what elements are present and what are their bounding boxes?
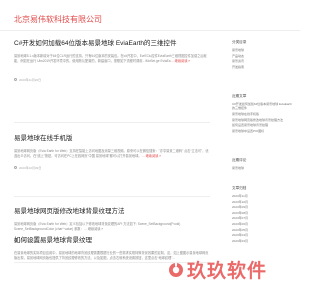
post-meta: 2023年11月20日	[14, 78, 210, 82]
recent-post-link[interactable]: C#开发如何加载64位版本易景地球 EviaEarth的三维控件	[232, 102, 294, 111]
site-title[interactable]: 北京易伟软科技有限公司	[14, 14, 102, 25]
recent-comments-widget: 近期评论 易景地球	[232, 158, 294, 172]
post-title[interactable]: 易景地球在线手机版	[14, 135, 210, 143]
recent-post-link[interactable]: 如何设置易景地球背景纹理	[232, 123, 294, 127]
post-item: C#开发如何加载64位版本易景地球 EviaEarth的三维控件 易景地球5.1…	[14, 40, 210, 82]
header-divider	[0, 30, 300, 31]
post-meta: 2023年10月09日	[14, 166, 210, 170]
recent-post-link[interactable]: 易景地球在线手机版	[232, 112, 294, 116]
categories-widget: 分类目录 易景地球 产品动态 易景资讯 开发指南	[232, 40, 294, 70]
post-item: 易景地球在线手机版 易景地球网页版（Evia Earth for Web）支持在…	[14, 135, 210, 170]
site-header: 北京易伟软科技有限公司	[14, 14, 102, 25]
widget-title: 分类目录	[232, 40, 247, 44]
post-excerpt: 易景地球网页版（Evia Earth for Web）定义包括以下修改地球背景纹…	[14, 222, 181, 231]
recent-posts-widget: 近期文章 C#开发如何加载64位版本易景地球 EviaEarth的三维控件 易景…	[232, 94, 294, 134]
widget-title: 近期评论	[232, 158, 247, 162]
clock-icon	[14, 166, 17, 170]
watermark: 玖玖软件	[168, 256, 267, 283]
post-divider	[14, 122, 210, 123]
post-excerpt: 易景地球网页版（Evia Earth for Web）支持在智能上访问地图及测量…	[14, 149, 210, 159]
category-link[interactable]: 开发指南	[232, 65, 294, 71]
excerpt-text: 易景地球网页版（Evia Earth for Web）支持在智能上访问地图及测量…	[14, 149, 209, 158]
archives-widget: 文章归档 2023年11月 2023年10月 2023年09月 2023年08月…	[232, 186, 294, 244]
post-title[interactable]: 易景地球网页版修改地球背景纹理方法	[14, 208, 210, 216]
post-title[interactable]: C#开发如何加载64位版本易景地球 EviaEarth的三维控件	[14, 40, 210, 48]
archive-link[interactable]: 2023年03月	[232, 239, 294, 245]
comment-link[interactable]: 易景地球	[232, 166, 294, 172]
widget-title: 近期文章	[232, 94, 247, 98]
post-title[interactable]: 如何设置易景地球背景纹理	[14, 237, 210, 245]
post-date: 2023年11月20日	[19, 77, 42, 82]
post-excerpt: 易景地球5.1.x版本新增对于64位CLR运行的支持，只有64位版本的安装包。在…	[14, 54, 210, 64]
clock-icon	[14, 78, 17, 82]
watermark-text: 玖玖软件	[187, 260, 268, 282]
logo-icon	[169, 262, 183, 277]
post-date: 2023年10月09日	[19, 165, 42, 170]
widget-title: 文章归档	[232, 186, 247, 190]
post-divider	[14, 196, 210, 197]
recent-post-link[interactable]: 易景地球网页版修改地球背景纹理方法	[232, 118, 294, 122]
read-more-link[interactable]: … 继续阅读 »	[171, 59, 190, 63]
recent-post-link[interactable]: 易景地球中设置POI图标	[232, 129, 294, 133]
read-more-link[interactable]: … 继续阅读 »	[142, 154, 161, 158]
